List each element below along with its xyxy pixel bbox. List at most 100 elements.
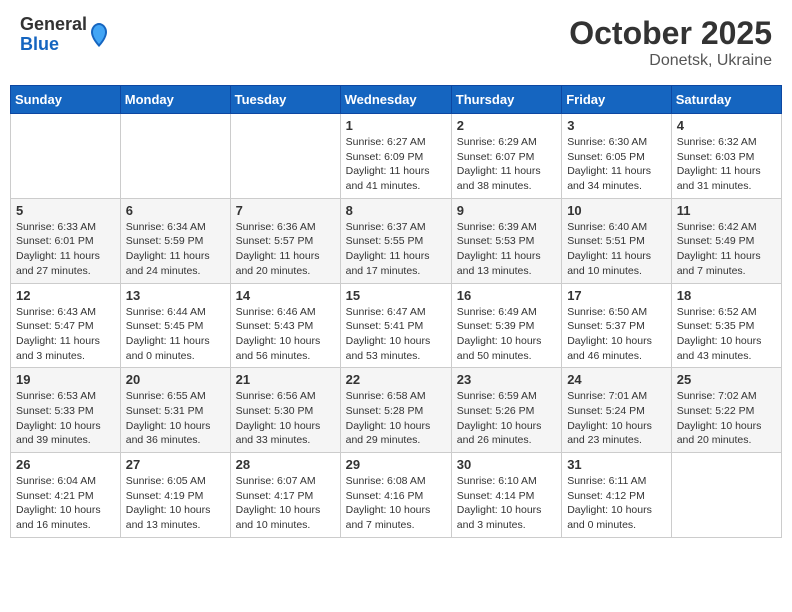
day-number: 25 [677,372,776,387]
day-number: 14 [236,288,335,303]
calendar-cell: 27 Sunrise: 6:05 AM Sunset: 4:19 PM Dayli… [120,453,230,538]
day-number: 5 [16,203,115,218]
weekday-header-friday: Friday [562,86,672,114]
calendar-week-row: 26 Sunrise: 6:04 AM Sunset: 4:21 PM Dayli… [11,453,782,538]
logo-general-text: General [20,15,87,35]
calendar-week-row: 1Sunrise: 6:27 AM Sunset: 6:09 PM Daylig… [11,114,782,199]
title-area: October 2025 Donetsk, Ukraine [569,15,772,70]
day-info: Sunrise: 6:07 AM Sunset: 4:17 PM Dayligh… [236,474,335,533]
day-number: 24 [567,372,666,387]
calendar-cell: 7 Sunrise: 6:36 AM Sunset: 5:57 PM Daylig… [230,198,340,283]
day-info: Sunrise: 6:44 AM Sunset: 5:45 PM Dayligh… [126,305,225,364]
day-number: 27 [126,457,225,472]
calendar-cell: 15 Sunrise: 6:47 AM Sunset: 5:41 PM Dayli… [340,283,451,368]
calendar-cell: 1Sunrise: 6:27 AM Sunset: 6:09 PM Daylig… [340,114,451,199]
calendar-cell: 30Sunrise: 6:10 AM Sunset: 4:14 PM Dayli… [451,453,561,538]
day-info: Sunrise: 6:50 AM Sunset: 5:37 PM Dayligh… [567,305,666,364]
day-number: 19 [16,372,115,387]
calendar-cell: 2Sunrise: 6:29 AM Sunset: 6:07 PM Daylig… [451,114,561,199]
day-info: Sunrise: 6:56 AM Sunset: 5:30 PM Dayligh… [236,389,335,448]
day-info: Sunrise: 6:04 AM Sunset: 4:21 PM Dayligh… [16,474,115,533]
calendar-cell: 18 Sunrise: 6:52 AM Sunset: 5:35 PM Dayli… [671,283,781,368]
calendar-week-row: 12 Sunrise: 6:43 AM Sunset: 5:47 PM Dayli… [11,283,782,368]
day-info: Sunrise: 6:30 AM Sunset: 6:05 PM Dayligh… [567,135,666,194]
day-number: 17 [567,288,666,303]
calendar-cell [671,453,781,538]
weekday-header-saturday: Saturday [671,86,781,114]
calendar-cell: 8Sunrise: 6:37 AM Sunset: 5:55 PM Daylig… [340,198,451,283]
calendar-cell: 11 Sunrise: 6:42 AM Sunset: 5:49 PM Dayli… [671,198,781,283]
location: Donetsk, Ukraine [569,52,772,70]
day-number: 23 [457,372,556,387]
calendar-cell: 19Sunrise: 6:53 AM Sunset: 5:33 PM Dayli… [11,368,121,453]
day-info: Sunrise: 6:32 AM Sunset: 6:03 PM Dayligh… [677,135,776,194]
calendar-cell: 28 Sunrise: 6:07 AM Sunset: 4:17 PM Dayli… [230,453,340,538]
day-info: Sunrise: 6:52 AM Sunset: 5:35 PM Dayligh… [677,305,776,364]
calendar-cell [230,114,340,199]
day-info: Sunrise: 6:33 AM Sunset: 6:01 PM Dayligh… [16,220,115,279]
day-info: Sunrise: 6:39 AM Sunset: 5:53 PM Dayligh… [457,220,556,279]
calendar-cell [11,114,121,199]
calendar-cell: 6Sunrise: 6:34 AM Sunset: 5:59 PM Daylig… [120,198,230,283]
day-number: 28 [236,457,335,472]
calendar-cell: 13 Sunrise: 6:44 AM Sunset: 5:45 PM Dayli… [120,283,230,368]
day-info: Sunrise: 6:05 AM Sunset: 4:19 PM Dayligh… [126,474,225,533]
day-info: Sunrise: 6:40 AM Sunset: 5:51 PM Dayligh… [567,220,666,279]
day-number: 26 [16,457,115,472]
day-number: 13 [126,288,225,303]
day-number: 29 [346,457,446,472]
calendar-cell: 5 Sunrise: 6:33 AM Sunset: 6:01 PM Daylig… [11,198,121,283]
day-number: 11 [677,203,776,218]
day-info: Sunrise: 6:29 AM Sunset: 6:07 PM Dayligh… [457,135,556,194]
calendar-cell: 25 Sunrise: 7:02 AM Sunset: 5:22 PM Dayli… [671,368,781,453]
day-info: Sunrise: 6:10 AM Sunset: 4:14 PM Dayligh… [457,474,556,533]
day-info: Sunrise: 6:42 AM Sunset: 5:49 PM Dayligh… [677,220,776,279]
day-info: Sunrise: 6:43 AM Sunset: 5:47 PM Dayligh… [16,305,115,364]
weekday-header-sunday: Sunday [11,86,121,114]
calendar-cell: 26 Sunrise: 6:04 AM Sunset: 4:21 PM Dayli… [11,453,121,538]
calendar-cell: 3 Sunrise: 6:30 AM Sunset: 6:05 PM Daylig… [562,114,672,199]
calendar-cell: 24 Sunrise: 7:01 AM Sunset: 5:24 PM Dayli… [562,368,672,453]
day-info: Sunrise: 6:58 AM Sunset: 5:28 PM Dayligh… [346,389,446,448]
calendar-cell: 12 Sunrise: 6:43 AM Sunset: 5:47 PM Dayli… [11,283,121,368]
day-number: 7 [236,203,335,218]
logo: General Blue [20,15,109,55]
calendar-cell: 22Sunrise: 6:58 AM Sunset: 5:28 PM Dayli… [340,368,451,453]
calendar-cell: 23Sunrise: 6:59 AM Sunset: 5:26 PM Dayli… [451,368,561,453]
calendar-cell: 14 Sunrise: 6:46 AM Sunset: 5:43 PM Dayli… [230,283,340,368]
day-info: Sunrise: 6:36 AM Sunset: 5:57 PM Dayligh… [236,220,335,279]
day-number: 9 [457,203,556,218]
calendar-week-row: 19Sunrise: 6:53 AM Sunset: 5:33 PM Dayli… [11,368,782,453]
calendar-cell: 4 Sunrise: 6:32 AM Sunset: 6:03 PM Daylig… [671,114,781,199]
day-info: Sunrise: 6:55 AM Sunset: 5:31 PM Dayligh… [126,389,225,448]
day-number: 31 [567,457,666,472]
logo-icon [89,21,109,49]
day-number: 12 [16,288,115,303]
day-number: 18 [677,288,776,303]
weekday-header-row: SundayMondayTuesdayWednesdayThursdayFrid… [11,86,782,114]
day-number: 3 [567,118,666,133]
day-info: Sunrise: 6:27 AM Sunset: 6:09 PM Dayligh… [346,135,446,194]
calendar-cell: 16 Sunrise: 6:49 AM Sunset: 5:39 PM Dayli… [451,283,561,368]
day-info: Sunrise: 7:02 AM Sunset: 5:22 PM Dayligh… [677,389,776,448]
weekday-header-wednesday: Wednesday [340,86,451,114]
calendar-cell: 17 Sunrise: 6:50 AM Sunset: 5:37 PM Dayli… [562,283,672,368]
day-number: 20 [126,372,225,387]
day-info: Sunrise: 7:01 AM Sunset: 5:24 PM Dayligh… [567,389,666,448]
calendar-cell: 31 Sunrise: 6:11 AM Sunset: 4:12 PM Dayli… [562,453,672,538]
day-number: 16 [457,288,556,303]
day-number: 15 [346,288,446,303]
day-info: Sunrise: 6:47 AM Sunset: 5:41 PM Dayligh… [346,305,446,364]
day-info: Sunrise: 6:49 AM Sunset: 5:39 PM Dayligh… [457,305,556,364]
calendar-cell [120,114,230,199]
day-info: Sunrise: 6:08 AM Sunset: 4:16 PM Dayligh… [346,474,446,533]
page-header: General Blue October 2025 Donetsk, Ukrai… [10,10,782,75]
day-info: Sunrise: 6:11 AM Sunset: 4:12 PM Dayligh… [567,474,666,533]
day-number: 4 [677,118,776,133]
logo-blue-text: Blue [20,35,87,55]
calendar-cell: 20 Sunrise: 6:55 AM Sunset: 5:31 PM Dayli… [120,368,230,453]
month-title: October 2025 [569,15,772,52]
calendar-cell: 21Sunrise: 6:56 AM Sunset: 5:30 PM Dayli… [230,368,340,453]
day-info: Sunrise: 6:46 AM Sunset: 5:43 PM Dayligh… [236,305,335,364]
calendar-cell: 10Sunrise: 6:40 AM Sunset: 5:51 PM Dayli… [562,198,672,283]
